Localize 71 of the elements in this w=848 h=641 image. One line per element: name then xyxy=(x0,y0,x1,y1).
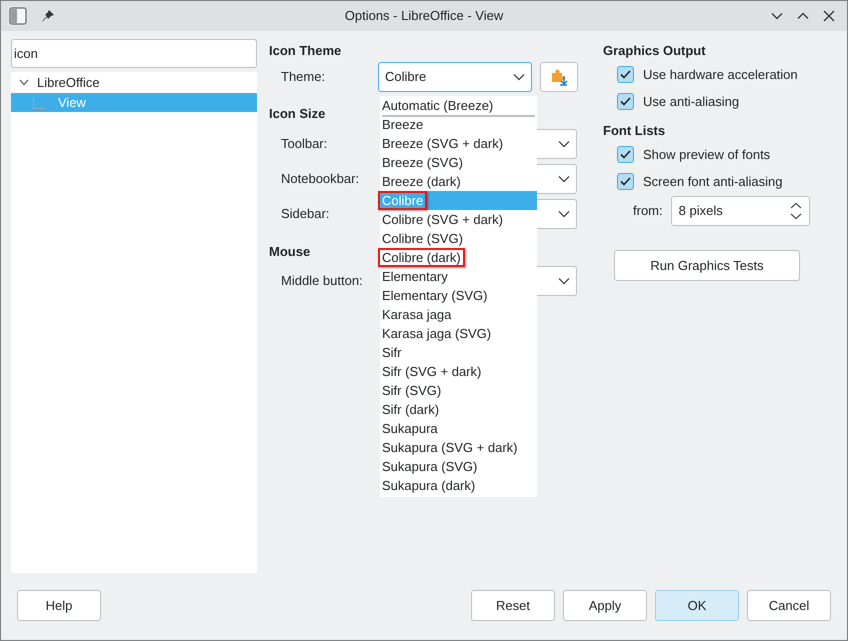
dropdown-option[interactable]: Sifr (dark) xyxy=(380,400,537,419)
dialog-button[interactable]: Help xyxy=(17,590,101,621)
close-icon[interactable] xyxy=(823,10,835,22)
field-label: Theme: xyxy=(281,68,326,86)
dropdown-option[interactable]: Sukapura (dark) xyxy=(380,476,537,495)
dialog-button[interactable]: OK xyxy=(655,590,739,621)
field-label: Sidebar: xyxy=(281,205,330,224)
checkbox[interactable] xyxy=(617,173,634,190)
dropdown-option[interactable]: Colibre (SVG) xyxy=(380,229,537,248)
checkbox[interactable] xyxy=(617,146,634,163)
dropdown-option[interactable]: Breeze (SVG + dark) xyxy=(380,134,537,153)
extension-button[interactable] xyxy=(540,62,578,92)
section-heading: Graphics Output xyxy=(603,42,707,60)
search-field[interactable]: icon xyxy=(11,39,257,68)
checkbox-label: Screen font anti-aliasing xyxy=(643,172,782,191)
dropdown-option[interactable]: Sifr xyxy=(380,343,537,362)
window-title: Options - LibreOffice - View xyxy=(344,7,504,26)
dropdown-option[interactable]: Breeze (dark) xyxy=(380,172,537,191)
dropdown-option[interactable]: Sukapura xyxy=(380,419,537,438)
dropdown-option[interactable]: Colibre (SVG + dark) xyxy=(380,210,537,229)
chevron-down-icon xyxy=(558,140,570,148)
dialog-button[interactable]: Apply xyxy=(563,590,647,621)
checkmark-icon xyxy=(620,97,631,106)
section-heading: Font Lists xyxy=(603,122,666,140)
chevron-down-icon xyxy=(558,210,570,218)
section-heading: Icon Theme xyxy=(269,42,342,60)
dropdown-option[interactable]: Breeze xyxy=(380,115,537,134)
chevron-down-icon xyxy=(558,277,570,285)
section-heading: Icon Size xyxy=(269,105,326,123)
field-label: Middle button: xyxy=(281,272,364,290)
highlight-frame: Colibre (dark) xyxy=(378,248,465,267)
chevron-down-icon xyxy=(513,73,525,81)
chevron-down-icon[interactable] xyxy=(19,79,29,86)
dropdown-option[interactable]: Breeze (SVG) xyxy=(380,153,537,172)
section-heading: Mouse xyxy=(269,243,310,261)
dialog-button[interactable]: Reset xyxy=(471,590,555,621)
puzzle-download-icon xyxy=(550,68,568,86)
dropdown-option[interactable]: Sifr (SVG + dark) xyxy=(380,362,537,381)
dropdown-option[interactable]: Elementary (SVG) xyxy=(380,286,537,305)
field-label: from: xyxy=(633,202,663,220)
theme-dropdown[interactable]: Colibre xyxy=(378,62,532,92)
dropdown-option[interactable]: Elementary xyxy=(380,267,537,286)
checkbox-label: Use hardware acceleration xyxy=(643,66,798,84)
window-icon xyxy=(9,7,27,25)
dropdown-option[interactable]: Karasa jaga (SVG) xyxy=(380,324,537,343)
checkmark-icon xyxy=(620,150,631,159)
maximize-icon[interactable] xyxy=(797,12,809,20)
highlight-frame: Colibre xyxy=(378,191,428,210)
dropdown-option[interactable]: Sifr (SVG) xyxy=(380,381,537,400)
dialog-button[interactable]: Cancel xyxy=(747,590,831,621)
field-label: Toolbar: xyxy=(281,135,328,154)
checkbox-label: Use anti-aliasing xyxy=(643,92,740,111)
checkbox-label: Show preview of fonts xyxy=(643,146,770,164)
dropdown-option[interactable]: Sukapura (SVG + dark) xyxy=(380,438,537,457)
pin-icon[interactable] xyxy=(41,9,55,23)
tree-item[interactable]: LibreOffice xyxy=(11,72,257,93)
tree-line-icon xyxy=(33,96,45,108)
spin-field[interactable]: 8 pixels xyxy=(670,196,810,226)
dropdown-option[interactable]: Automatic (Breeze) xyxy=(380,96,537,115)
run-graphics-tests-button[interactable]: Run Graphics Tests xyxy=(614,250,800,281)
checkmark-icon xyxy=(620,70,631,79)
checkbox[interactable] xyxy=(617,66,634,83)
dropdown-option[interactable]: Sukapura (SVG) xyxy=(380,457,537,476)
spin-arrows-icon[interactable] xyxy=(790,202,802,220)
field-label: Notebookbar: xyxy=(281,170,360,188)
checkbox[interactable] xyxy=(617,93,634,110)
chevron-down-icon xyxy=(558,175,570,183)
minimize-icon[interactable] xyxy=(771,12,783,20)
dropdown-option[interactable]: Karasa jaga xyxy=(380,305,537,324)
checkmark-icon xyxy=(620,177,631,186)
dropdown-option[interactable]: Colibre (dark) xyxy=(380,248,537,267)
